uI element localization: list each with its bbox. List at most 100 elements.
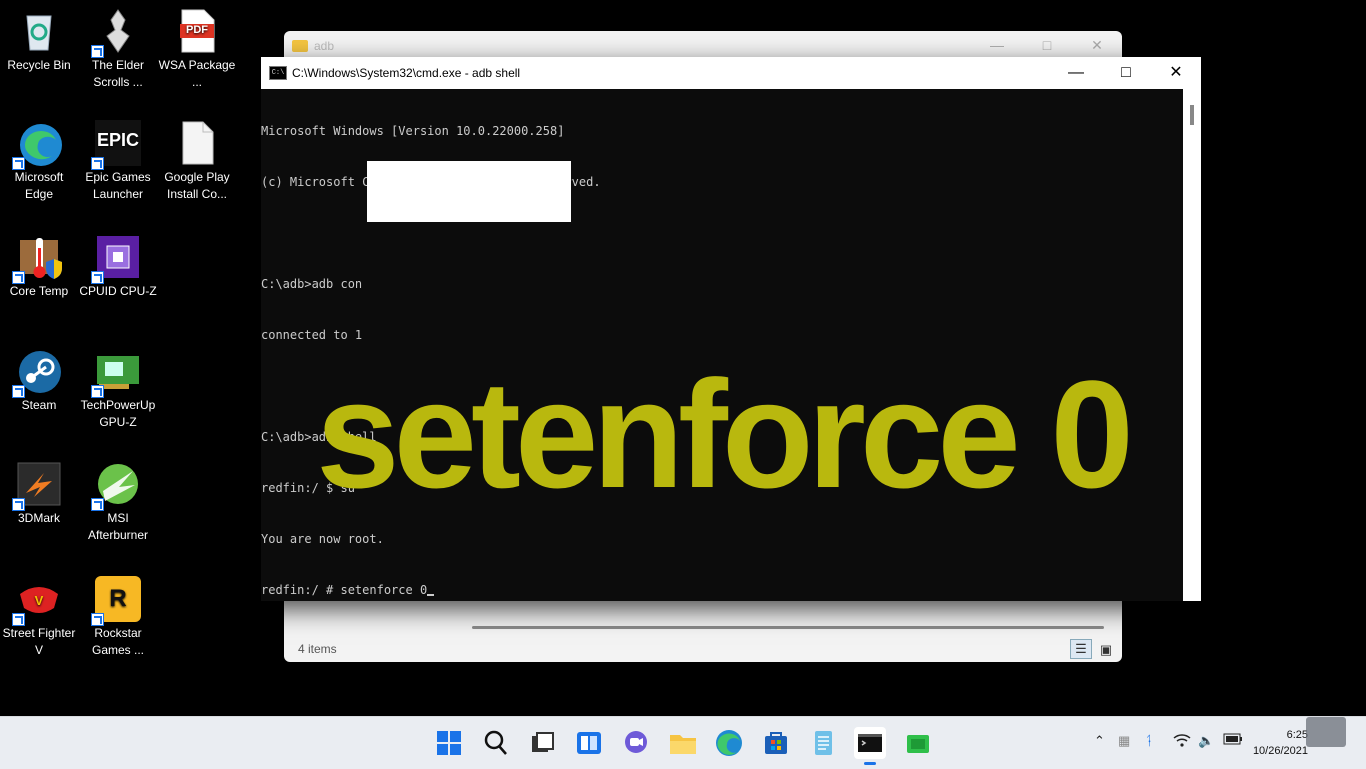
store-button[interactable]: [760, 727, 792, 759]
epic-games-icon: EPIC: [91, 120, 141, 170]
shortcut-arrow-icon: [91, 613, 104, 626]
console-output[interactable]: Microsoft Windows [Version 10.0.22000.25…: [261, 89, 1183, 601]
chat-icon: [625, 731, 647, 753]
minimize-button[interactable]: —: [982, 37, 1012, 55]
desktop-icon-elder-scrolls[interactable]: The Elder Scrolls ...: [79, 8, 157, 91]
3dmark-icon: [12, 461, 62, 511]
widgets-button[interactable]: [573, 727, 605, 759]
chat-button[interactable]: [620, 727, 652, 759]
desktop-icon-label: CPUID CPU-Z: [79, 284, 157, 298]
task-view-button[interactable]: [526, 727, 558, 759]
show-hidden-icons-button[interactable]: ⌃: [1094, 733, 1105, 749]
desktop-icon-core-temp[interactable]: Core Temp: [0, 234, 78, 300]
desktop-icon-steam[interactable]: Steam: [0, 348, 78, 414]
shortcut-arrow-icon: [91, 157, 104, 170]
close-button[interactable]: ✕: [1082, 37, 1112, 55]
android-icon: [907, 735, 929, 753]
desktop-icon-street-fighter[interactable]: V Street Fighter V: [0, 576, 78, 659]
maximize-button[interactable]: □: [1101, 57, 1151, 89]
steam-icon: [12, 348, 62, 398]
widgets-icon: [577, 732, 601, 754]
rockstar-logo-text: R: [109, 585, 127, 612]
minimize-button[interactable]: —: [1051, 57, 1101, 89]
console-line: redfin:/ # setenforce 0: [261, 583, 428, 597]
edge-icon: [12, 120, 62, 170]
street-fighter-icon: V: [12, 576, 62, 626]
shortcut-arrow-icon: [12, 613, 25, 626]
search-icon: [484, 730, 507, 755]
rockstar-icon: R: [91, 576, 141, 626]
desktop-icon-gpuz[interactable]: TechPowerUp GPU-Z: [79, 348, 157, 431]
elder-scrolls-icon: [91, 8, 141, 58]
redaction-box: [367, 161, 571, 222]
desktop-icon-rockstar[interactable]: R Rockstar Games ...: [79, 576, 157, 659]
gpuz-icon: [91, 348, 141, 398]
clock-time: 6:25: [1286, 729, 1308, 741]
clock[interactable]: 6:25 10/26/2021: [1253, 727, 1308, 759]
desktop-icon-3dmark[interactable]: 3DMark: [0, 461, 78, 527]
android-subsystem-button[interactable]: [902, 727, 934, 759]
edge-button[interactable]: [713, 727, 745, 759]
clock-date: 10/26/2021: [1252, 745, 1308, 757]
desktop-icon-label: Microsoft Edge: [14, 170, 64, 201]
battery-icon[interactable]: [1223, 733, 1243, 748]
desktop-icon-label: Google Play Install Co...: [164, 170, 230, 201]
svg-text:V: V: [35, 593, 44, 608]
console-line: connected to 1: [261, 328, 363, 342]
desktop-icon-label: Steam: [21, 398, 57, 412]
desktop-icon-label: Epic Games Launcher: [85, 170, 151, 201]
desktop-icon-wsa-package[interactable]: PDF WSA Package ...: [158, 8, 236, 91]
shortcut-arrow-icon: [91, 498, 104, 511]
shortcut-arrow-icon: [91, 271, 104, 284]
desktop-icon-label: TechPowerUp GPU-Z: [80, 398, 156, 429]
afterburner-icon: [91, 461, 141, 511]
shortcut-arrow-icon: [12, 271, 25, 284]
edge-icon: [716, 730, 742, 756]
desktop-icon-afterburner[interactable]: MSI Afterburner: [79, 461, 157, 544]
shortcut-arrow-icon: [91, 385, 104, 398]
cmd-title: C:\Windows\System32\cmd.exe - adb shell: [292, 66, 521, 80]
overlay-caption: setenforce 0: [316, 348, 1134, 520]
desktop-icon-google-play-install[interactable]: Google Play Install Co...: [158, 120, 236, 203]
console-line: You are now root.: [261, 532, 384, 546]
scrollbar-thumb[interactable]: [1190, 105, 1194, 125]
cmd-window[interactable]: C:\ C:\Windows\System32\cmd.exe - adb sh…: [261, 57, 1201, 601]
desktop-icon-label: Rockstar Games ...: [91, 626, 144, 657]
desktop-icon-cpuz[interactable]: CPUID CPU-Z: [79, 234, 157, 300]
start-icon: [437, 731, 461, 755]
maximize-button[interactable]: □: [1032, 37, 1062, 55]
bluetooth-icon[interactable]: ᛑ: [1145, 733, 1153, 748]
desktop-icon-label: 3DMark: [17, 511, 60, 525]
pdf-badge-text: PDF: [186, 24, 208, 36]
vertical-scrollbar[interactable]: [1183, 89, 1201, 601]
file-explorer-icon: [670, 735, 696, 754]
desktop-icon-label: The Elder Scrolls ...: [91, 58, 145, 89]
notepad-icon: [815, 731, 832, 755]
explorer-title: adb: [314, 39, 335, 53]
cmd-icon: C:\: [269, 66, 287, 80]
pdf-icon: PDF: [174, 8, 220, 54]
terminal-button[interactable]: [854, 727, 886, 765]
wifi-icon[interactable]: [1173, 733, 1191, 750]
close-button[interactable]: ✕: [1151, 57, 1201, 89]
volume-icon[interactable]: 🔈: [1198, 733, 1214, 749]
cpuz-icon: [91, 234, 141, 284]
shortcut-arrow-icon: [12, 157, 25, 170]
shortcut-arrow-icon: [91, 45, 104, 58]
desktop-icon-recycle-bin[interactable]: Recycle Bin: [0, 8, 78, 74]
desktop-icon-edge[interactable]: Microsoft Edge: [0, 120, 78, 203]
desktop-icon-label: Core Temp: [9, 284, 69, 298]
taskbar: ⌃ ▦ ᛑ 🔈 6:25 10/26/2021: [0, 716, 1366, 769]
language-icon[interactable]: ▦: [1118, 733, 1130, 749]
desktop-icon-label: Recycle Bin: [7, 58, 71, 72]
notepad-button[interactable]: [807, 727, 839, 759]
desktop-icon-epic-games[interactable]: EPIC Epic Games Launcher: [79, 120, 157, 203]
task-view-icon: [532, 732, 554, 752]
desktop-icon-label: Street Fighter V: [2, 626, 76, 657]
search-button[interactable]: [480, 727, 512, 759]
file-explorer-button[interactable]: [667, 727, 699, 759]
start-button[interactable]: [433, 727, 465, 759]
folder-icon: [292, 40, 308, 52]
desktop-icon-label: MSI Afterburner: [87, 511, 149, 542]
